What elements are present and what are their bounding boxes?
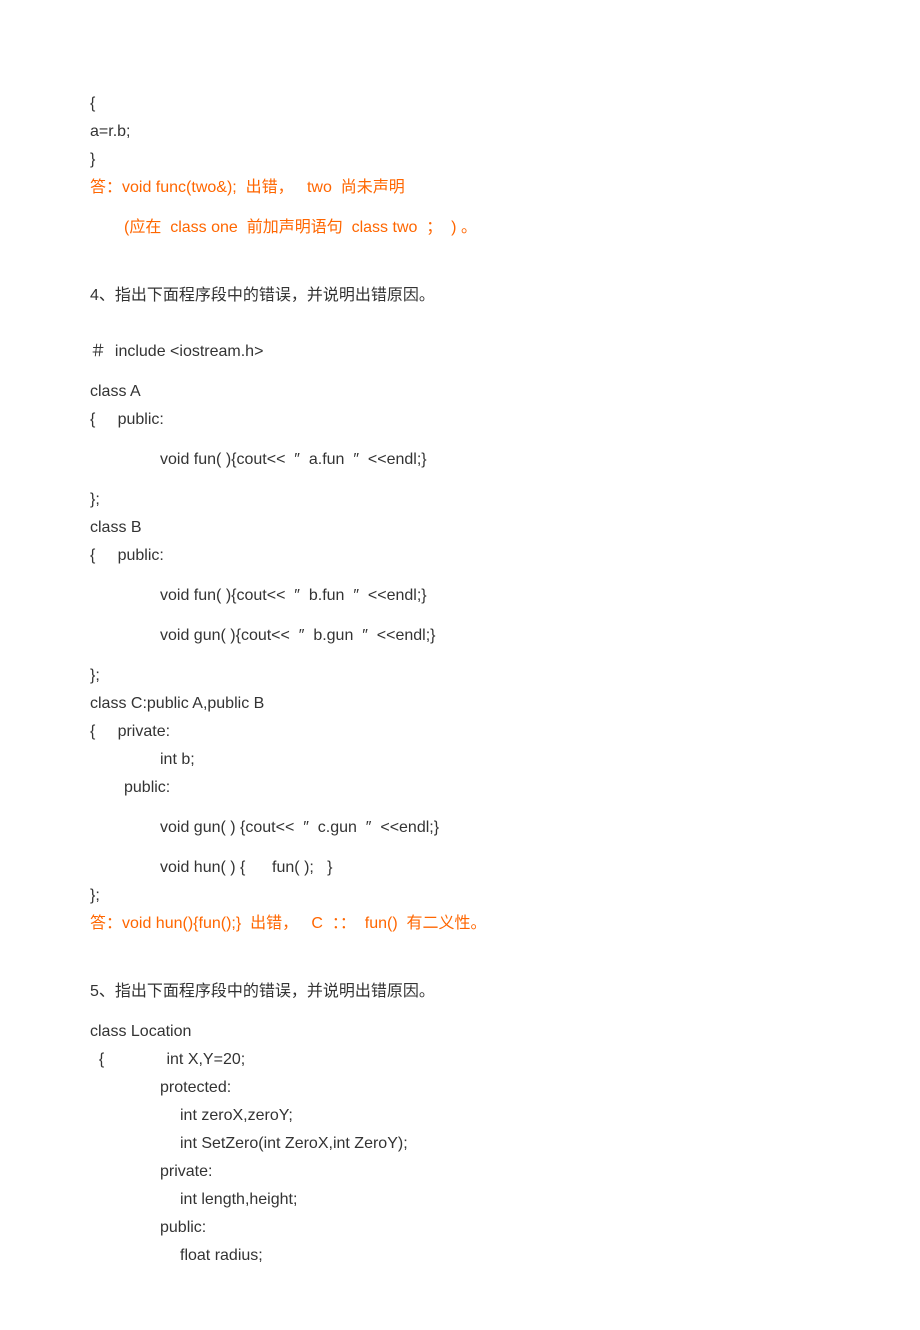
spacer <box>90 1006 830 1018</box>
spacer <box>90 310 830 338</box>
code-line: }; <box>90 486 830 514</box>
code-line: protected: <box>90 1074 830 1102</box>
code-line: int length,height; <box>90 1186 830 1214</box>
code-line: int SetZero(int ZeroX,int ZeroY); <box>90 1130 830 1158</box>
code-line: public: <box>90 774 830 802</box>
spacer <box>90 242 830 282</box>
code-line: { private: <box>90 718 830 746</box>
question-title: 5、指出下面程序段中的错误，并说明出错原因。 <box>90 978 830 1006</box>
code-line: float radius; <box>90 1242 830 1270</box>
spacer <box>90 938 830 978</box>
code-line: { public: <box>90 406 830 434</box>
code-line: void fun( ){cout<< ″ b.fun ″ <<endl;} <box>90 582 830 610</box>
code-line: }; <box>90 882 830 910</box>
spacer <box>90 570 830 582</box>
code-line: }; <box>90 662 830 690</box>
spacer <box>90 610 830 622</box>
spacer <box>90 802 830 814</box>
spacer <box>90 842 830 854</box>
code-line: void gun( ){cout<< ″ b.gun ″ <<endl;} <box>90 622 830 650</box>
answer-line: (应在 class one 前加声明语句 class two ； ) 。 <box>90 214 830 242</box>
code-line: class B <box>90 514 830 542</box>
code-line: int b; <box>90 746 830 774</box>
code-line: { <box>90 90 830 118</box>
question-title: 4、指出下面程序段中的错误，并说明出错原因。 <box>90 282 830 310</box>
code-line: void hun( ) { fun( ); } <box>90 854 830 882</box>
code-line: class Location <box>90 1018 830 1046</box>
code-line: { int X,Y=20; <box>90 1046 830 1074</box>
answer-line: 答：void func(two&); 出错， two 尚未声明 <box>90 174 830 202</box>
code-line: int zeroX,zeroY; <box>90 1102 830 1130</box>
code-line: public: <box>90 1214 830 1242</box>
document-page: { a=r.b; } 答：void func(two&); 出错， two 尚未… <box>0 0 920 1330</box>
code-line: } <box>90 146 830 174</box>
code-line: void fun( ){cout<< ″ a.fun ″ <<endl;} <box>90 446 830 474</box>
code-line: { public: <box>90 542 830 570</box>
spacer <box>90 202 830 214</box>
code-line: private: <box>90 1158 830 1186</box>
code-line: class A <box>90 378 830 406</box>
answer-line: 答：void hun(){fun();} 出错， C ：： fun() 有二义性… <box>90 910 830 938</box>
code-line: void gun( ) {cout<< ″ c.gun ″ <<endl;} <box>90 814 830 842</box>
code-line: a=r.b; <box>90 118 830 146</box>
spacer <box>90 474 830 486</box>
spacer <box>90 650 830 662</box>
spacer <box>90 366 830 378</box>
code-line: ＃ include <iostream.h> <box>90 338 830 366</box>
spacer <box>90 434 830 446</box>
code-line: class C:public A,public B <box>90 690 830 718</box>
